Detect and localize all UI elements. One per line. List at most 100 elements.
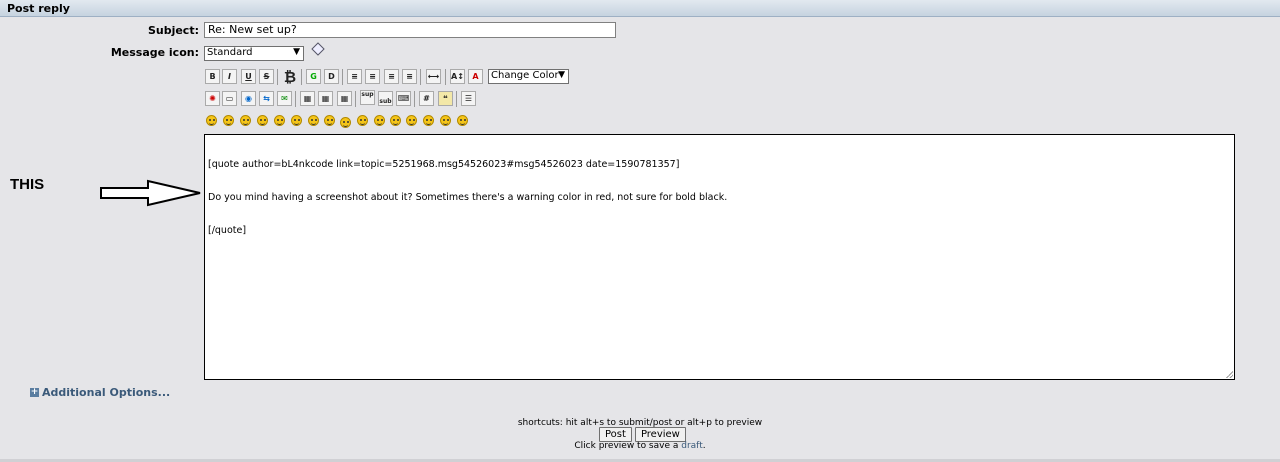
message-textarea[interactable]: [quote author=bL4nkcode link=topic=52519… — [204, 134, 1235, 380]
post-button[interactable]: Post — [599, 427, 632, 442]
toolbar-separator — [420, 69, 421, 85]
annotation-label: THIS — [10, 176, 45, 193]
flash-button[interactable]: ✺ — [205, 91, 220, 106]
smiley-cry-icon[interactable] — [457, 115, 468, 126]
smiley-sad-icon[interactable] — [291, 115, 302, 126]
change-color-value: Change Color — [491, 70, 559, 81]
smiley-shocked-icon[interactable] — [308, 115, 319, 126]
italic-icon: I — [228, 72, 231, 81]
font-size-button[interactable]: A↕ — [450, 69, 465, 84]
smiley-wink-icon[interactable] — [223, 115, 234, 126]
smiley-tongue-icon[interactable] — [374, 115, 385, 126]
superscript-icon: sup — [361, 91, 374, 98]
horizontal-rule-button[interactable]: ⟷ — [426, 69, 441, 84]
message-line: Do you mind having a screenshot about it… — [208, 192, 728, 203]
email-icon: ✉ — [281, 94, 288, 103]
smiley-grin-icon[interactable] — [257, 115, 268, 126]
shadow-button[interactable]: D — [324, 69, 339, 84]
table-button[interactable]: ▦ — [300, 91, 315, 106]
page-title: Post reply — [7, 2, 70, 15]
align-center-icon: ≡ — [369, 72, 376, 81]
hyperlink-button[interactable]: ◉ — [241, 91, 256, 106]
smiley-rolleyes-icon[interactable] — [357, 115, 368, 126]
smiley-huh-icon[interactable] — [340, 117, 351, 128]
smiley-embarrassed-icon[interactable] — [390, 115, 401, 126]
font-face-icon: A — [472, 72, 479, 81]
toolbar-separator — [414, 91, 415, 107]
toolbar-separator — [301, 69, 302, 85]
align-center-button[interactable]: ≡ — [365, 69, 380, 84]
code-button[interactable]: # — [419, 91, 434, 106]
bitcoin-icon: ₿ — [283, 67, 297, 86]
code-icon: # — [423, 94, 430, 103]
change-color-select[interactable]: Change Color ▼ — [488, 69, 569, 84]
underline-button[interactable]: U — [241, 69, 256, 84]
subject-input[interactable]: Re: New set up? — [204, 22, 616, 38]
message-line: [/quote] — [208, 225, 247, 236]
strikethrough-button[interactable]: S — [259, 69, 274, 84]
toolbar-separator — [456, 91, 457, 107]
smiley-kiss-icon[interactable] — [440, 115, 451, 126]
additional-options-toggle[interactable]: + Additional Options... — [30, 386, 170, 399]
message-icon-select[interactable]: Standard ▼ — [204, 46, 304, 61]
table-column-button[interactable]: ▦ — [337, 91, 352, 106]
toolbar-separator — [295, 91, 296, 107]
bitcoin-button[interactable]: ₿ — [282, 67, 298, 86]
font-size-icon: A↕ — [451, 72, 464, 81]
image-icon: ▭ — [225, 94, 234, 103]
toolbar-separator — [277, 69, 278, 85]
toolbar-separator — [445, 69, 446, 85]
toolbar-separator — [342, 69, 343, 85]
toolbar-separator — [355, 91, 356, 107]
superscript-button[interactable]: sup — [360, 90, 375, 105]
align-right-button[interactable]: ≡ — [384, 69, 399, 84]
ftp-icon: ⇆ — [263, 94, 270, 103]
bold-button[interactable]: B — [205, 69, 220, 84]
message-icon-preview-icon — [311, 42, 325, 56]
flash-icon: ✺ — [209, 94, 216, 103]
italic-button[interactable]: I — [222, 69, 237, 84]
quote-icon: ❝ — [443, 94, 448, 103]
glow-button[interactable]: G — [306, 69, 321, 84]
chevron-down-icon: ▼ — [293, 47, 300, 57]
smiley-angry-icon[interactable] — [274, 115, 285, 126]
list-button[interactable]: ☰ — [461, 91, 476, 106]
table-icon: ▦ — [303, 94, 312, 103]
subscript-icon: sub — [379, 98, 392, 105]
align-right-icon: ≡ — [388, 72, 395, 81]
smiley-lipsrsealed-icon[interactable] — [406, 115, 417, 126]
image-button[interactable]: ▭ — [222, 91, 237, 106]
resize-handle-icon[interactable] — [1226, 371, 1233, 378]
arrow-right-icon — [100, 179, 201, 207]
table-row-icon: ▦ — [321, 94, 330, 103]
align-left-icon: ≡ — [351, 72, 358, 81]
ftp-button[interactable]: ⇆ — [259, 91, 274, 106]
preview-button[interactable]: Preview — [634, 427, 686, 442]
subject-label: Subject: — [147, 24, 199, 37]
table-row-button[interactable]: ▦ — [318, 91, 333, 106]
font-face-button[interactable]: A — [468, 69, 483, 84]
quote-button[interactable]: ❝ — [438, 91, 453, 106]
list-icon: ☰ — [464, 94, 473, 103]
message-icon-label: Message icon: — [110, 46, 199, 59]
subscript-button[interactable]: sub — [378, 91, 393, 106]
strikethrough-icon: S — [263, 72, 270, 81]
teletype-icon: ⌨ — [397, 94, 410, 103]
smiley-undecided-icon[interactable] — [423, 115, 434, 126]
smiley-icon[interactable] — [206, 115, 217, 126]
teletype-button[interactable]: ⌨ — [396, 91, 411, 106]
smiley-cheesy-icon[interactable] — [240, 115, 251, 126]
email-button[interactable]: ✉ — [277, 91, 292, 106]
justify-button[interactable]: ≡ — [402, 69, 417, 84]
draft-hint: Click preview to save a draft. — [0, 441, 1280, 451]
justify-icon: ≡ — [406, 72, 413, 81]
chevron-down-icon: ▼ — [558, 70, 565, 80]
additional-options-label: Additional Options... — [42, 386, 171, 399]
smiley-cool-icon[interactable] — [324, 115, 335, 126]
horizontal-rule-icon: ⟷ — [427, 72, 440, 81]
plus-icon: + — [30, 387, 39, 397]
draft-hint-text: Click preview to save a — [574, 441, 679, 451]
align-left-button[interactable]: ≡ — [347, 69, 362, 84]
post-reply-header: Post reply — [0, 0, 1280, 17]
draft-link[interactable]: draft — [681, 441, 702, 451]
